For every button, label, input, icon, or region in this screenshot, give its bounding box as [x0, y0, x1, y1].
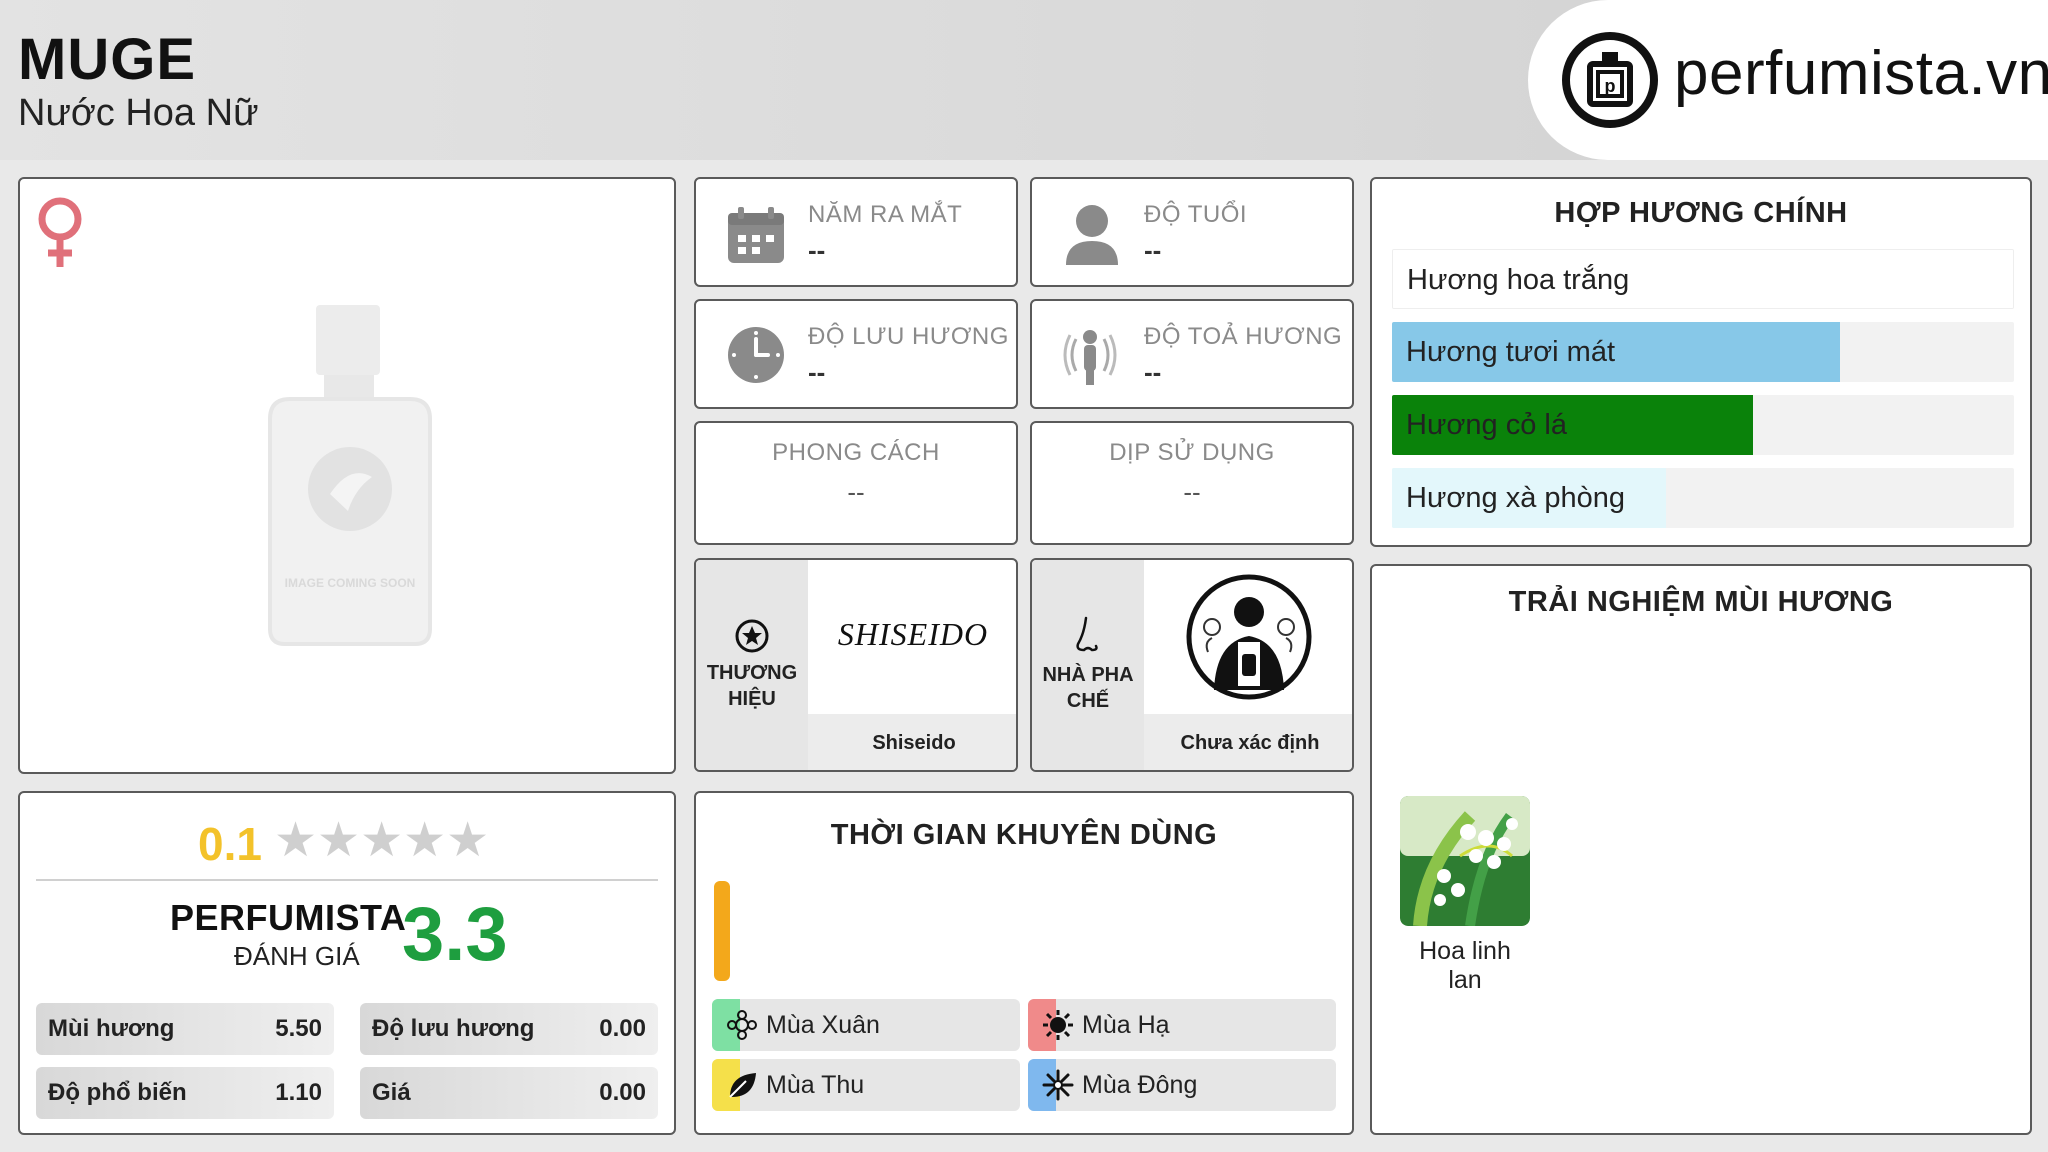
- brand-card[interactable]: THƯƠNG HIỆU SHISEIDO Shiseido: [694, 558, 1018, 772]
- accord-label: Hương tươi mát: [1406, 336, 1616, 368]
- rating-stat-label: Mùi hương: [48, 1015, 175, 1042]
- season-label: Mùa Xuân: [766, 1011, 880, 1039]
- rating-stat-label: Độ phổ biến: [48, 1079, 187, 1106]
- rating-divider: [36, 879, 658, 881]
- perfumer-label-line2: CHẾ: [1066, 690, 1110, 712]
- brand-name: Shiseido: [872, 732, 956, 754]
- perfumer-card[interactable]: NHÀ PHA CHẾ Chưa xác định: [1030, 558, 1354, 772]
- star-badge-icon: [735, 619, 769, 653]
- day-usage-bar: [714, 881, 730, 981]
- season-item: Mùa Hạ: [1028, 999, 1336, 1051]
- season-item: Mùa Xuân: [712, 999, 1020, 1051]
- rating-panel: 0.1 ★★★★★ PERFUMISTA ĐÁNH GIÁ 3.3 Mùi hư…: [18, 791, 676, 1135]
- image-coming-soon-text: IMAGE COMING SOON: [285, 576, 416, 590]
- accord-bar: Hương hoa trắng: [1392, 249, 2014, 309]
- spring-icon: [727, 1010, 757, 1040]
- release-year-label: NĂM RA MẮT: [808, 201, 963, 228]
- perfume-subtitle: Nước Hoa Nữ: [18, 92, 259, 134]
- recommended-time-panel: THỜI GIAN KHUYÊN DÙNG Mùa Xuân Mùa Hạ Mùa …: [694, 791, 1354, 1135]
- release-year-card: NĂM RA MẮT --: [694, 177, 1018, 287]
- scent-experience-panel: TRẢI NGHIỆM MÙI HƯƠNG Hoa linh lan: [1370, 564, 2032, 1135]
- leaf-icon: [729, 1073, 756, 1098]
- star-icon[interactable]: ★: [360, 817, 403, 865]
- occasion-value: --: [1183, 477, 1201, 507]
- perfumer-label-area: NHÀ PHA CHẾ: [1032, 560, 1144, 770]
- user-score: 0.1: [198, 818, 262, 870]
- rating-stat: Giá 0.00: [360, 1067, 658, 1119]
- perfumer-name: Chưa xác định: [1180, 732, 1320, 754]
- brand-logo: SHISEIDO: [837, 616, 989, 652]
- sillage-person-icon: [1063, 330, 1117, 385]
- season-item: Mùa Đông: [1028, 1059, 1336, 1111]
- accord-bar: Hương xà phòng: [1392, 468, 2014, 528]
- female-icon: [38, 197, 82, 267]
- style-value: --: [847, 477, 865, 507]
- timing-title: THỜI GIAN KHUYÊN DÙNG: [830, 819, 1218, 851]
- nose-icon: [1076, 616, 1098, 652]
- perfumista-label: PERFUMISTA: [170, 897, 407, 938]
- accord-label: Hương hoa trắng: [1407, 264, 1630, 296]
- rating-stat-label: Giá: [372, 1079, 411, 1106]
- rating-stat-label: Độ lưu hương: [372, 1015, 535, 1042]
- sun-icon: [1043, 1010, 1073, 1040]
- rating-stat: Độ phổ biến 1.10: [36, 1067, 334, 1119]
- clock-icon: [728, 327, 784, 383]
- brand-label-line2: HIỆU: [728, 688, 776, 710]
- star-icon[interactable]: ★: [274, 817, 317, 865]
- accords-title: HỢP HƯƠNG CHÍNH: [1554, 197, 1848, 229]
- svg-text:p: p: [1605, 76, 1616, 96]
- style-card: PHONG CÁCH --: [694, 421, 1018, 545]
- sillage-card: ĐỘ TOẢ HƯƠNG --: [1030, 299, 1354, 409]
- sillage-value: --: [1144, 357, 1162, 387]
- star-rating[interactable]: ★★★★★: [274, 817, 489, 865]
- age-value: --: [1144, 235, 1162, 265]
- longevity-card: ĐỘ LƯU HƯƠNG --: [694, 299, 1018, 409]
- rating-label: ĐÁNH GIÁ: [234, 941, 360, 971]
- brand-label-area: THƯƠNG HIỆU: [696, 560, 808, 770]
- age-label: ĐỘ TUỔI: [1144, 201, 1248, 228]
- accord-label: Hương cỏ lá: [1406, 409, 1567, 441]
- site-name[interactable]: perfumista.vn: [1674, 38, 2048, 109]
- perfumer-avatar-icon: [1186, 574, 1312, 700]
- perfume-bottle-placeholder: IMAGE COMING SOON: [268, 305, 432, 646]
- style-label: PHONG CÁCH: [772, 439, 940, 466]
- longevity-label: ĐỘ LƯU HƯƠNG: [808, 323, 1009, 350]
- rating-stat-value: 0.00: [599, 1015, 646, 1042]
- perfumista-score: 3.3: [402, 892, 508, 977]
- user-icon: [1066, 205, 1118, 265]
- perfume-title: MUGE: [18, 27, 196, 92]
- occasion-label: DỊP SỬ DỤNG: [1109, 439, 1275, 466]
- rating-stat: Độ lưu hương 0.00: [360, 1003, 658, 1055]
- star-icon[interactable]: ★: [317, 817, 360, 865]
- rating-stat-value: 1.10: [275, 1079, 322, 1106]
- rating-stat-value: 5.50: [275, 1015, 322, 1042]
- release-year-value: --: [808, 235, 826, 265]
- product-image-panel: IMAGE COMING SOON: [18, 177, 676, 774]
- season-label: Mùa Hạ: [1082, 1011, 1170, 1039]
- snowflake-icon: [1042, 1069, 1074, 1101]
- accord-bar: Hương cỏ lá: [1392, 395, 2014, 455]
- star-icon[interactable]: ★: [446, 817, 489, 865]
- longevity-value: --: [808, 357, 826, 387]
- age-card: ĐỘ TUỔI --: [1030, 177, 1354, 287]
- rating-stat: Mùi hương 5.50: [36, 1003, 334, 1055]
- sillage-label: ĐỘ TOẢ HƯƠNG: [1144, 323, 1343, 350]
- calendar-icon: [728, 207, 784, 263]
- perfumer-label-line1: NHÀ PHA: [1042, 664, 1134, 686]
- season-item: Mùa Thu: [712, 1059, 1020, 1111]
- main-accords-panel: HỢP HƯƠNG CHÍNH Hương hoa trắng Hương tươ…: [1370, 177, 2032, 547]
- note-label: Hoa linh lan: [1419, 937, 1511, 994]
- rating-stat-value: 0.00: [599, 1079, 646, 1106]
- accord-bar: Hương tươi mát: [1392, 322, 2014, 382]
- star-icon[interactable]: ★: [403, 817, 446, 865]
- season-label: Mùa Thu: [766, 1071, 865, 1099]
- perfumista-logo-icon[interactable]: p: [1560, 30, 1660, 130]
- note-item[interactable]: Hoa linh lan: [1400, 796, 1530, 995]
- experience-title: TRẢI NGHIỆM MÙI HƯƠNG: [1508, 586, 1894, 618]
- season-label: Mùa Đông: [1082, 1071, 1198, 1099]
- lily-of-the-valley-image: [1400, 796, 1530, 927]
- accord-label: Hương xà phòng: [1406, 482, 1626, 514]
- occasion-card: DỊP SỬ DỤNG --: [1030, 421, 1354, 545]
- brand-label-line1: THƯƠNG: [706, 662, 798, 684]
